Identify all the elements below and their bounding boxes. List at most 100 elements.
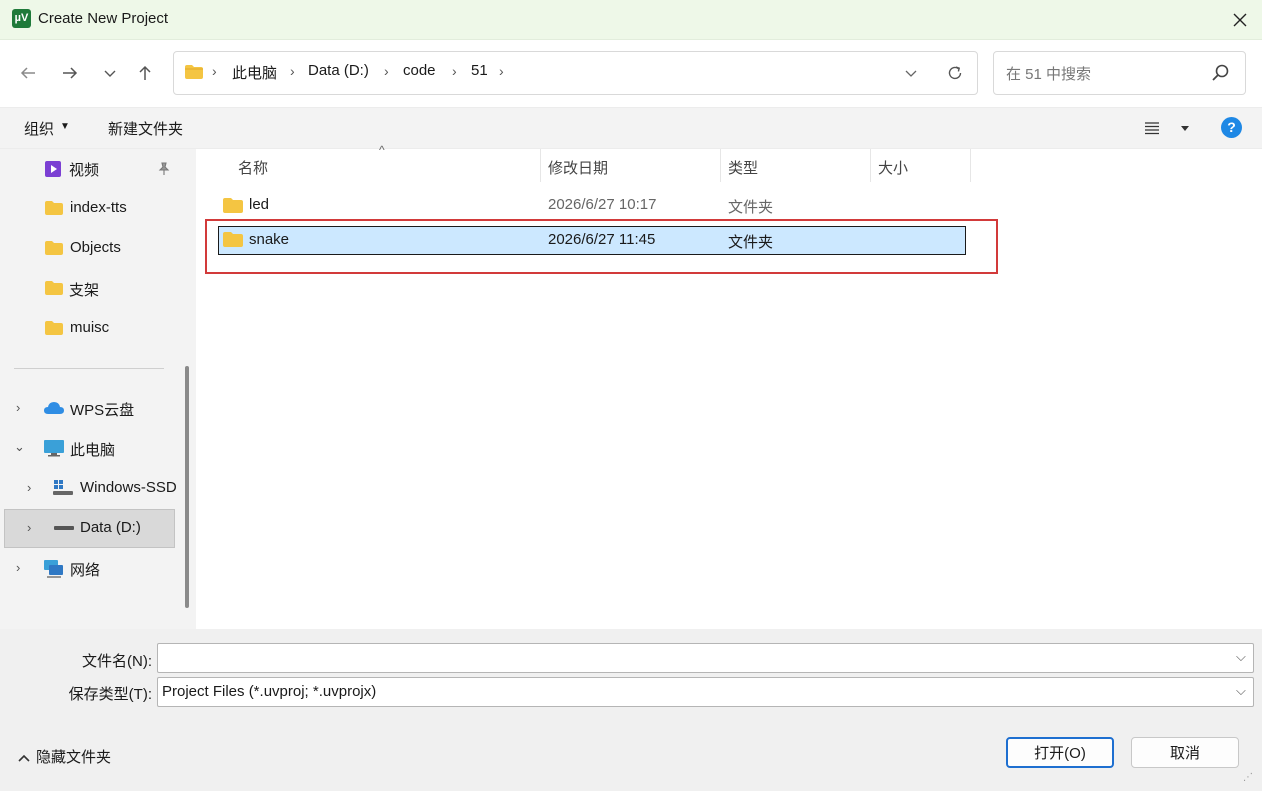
- sidebar-item-windows-ssd[interactable]: › Windows-SSD: [0, 469, 176, 507]
- computer-icon: [44, 440, 64, 457]
- folder-icon: [45, 241, 63, 255]
- file-type: 文件夹: [728, 199, 774, 216]
- search-placeholder: 在 51 中搜索: [1006, 66, 1092, 83]
- cancel-button[interactable]: 取消: [1131, 737, 1239, 768]
- search-icon[interactable]: [1210, 62, 1232, 84]
- chevron-up-icon: [18, 754, 30, 762]
- sidebar-item-wps-cloud[interactable]: › WPS云盘: [0, 389, 176, 427]
- recent-locations-button[interactable]: [95, 58, 125, 88]
- caret-down-icon: [1181, 126, 1189, 131]
- refresh-icon: [948, 66, 962, 80]
- hide-folders-toggle[interactable]: 隐藏文件夹: [18, 746, 111, 767]
- column-header-size[interactable]: 大小: [878, 157, 908, 178]
- chevron-down-icon: [104, 70, 116, 77]
- close-icon: [1233, 13, 1247, 27]
- column-header-modified[interactable]: 修改日期: [548, 157, 608, 178]
- chevron-right-icon[interactable]: ›: [16, 560, 20, 575]
- sidebar-item-label: 此电脑: [70, 442, 116, 459]
- folder-icon: [223, 198, 243, 213]
- sidebar-item-label: 网络: [70, 562, 101, 579]
- sidebar-scrollbar[interactable]: [185, 366, 189, 608]
- network-icon: [44, 560, 63, 578]
- refresh-button[interactable]: [942, 60, 968, 86]
- sidebar-item-label: Windows-SSD: [80, 479, 176, 496]
- open-button[interactable]: 打开(O): [1006, 737, 1114, 768]
- breadcrumb-separator: ›: [499, 63, 504, 79]
- video-folder-icon: [45, 161, 61, 177]
- view-options-button[interactable]: [1143, 116, 1191, 140]
- window-title: Create New Project: [38, 10, 169, 27]
- filename-field[interactable]: [157, 643, 1254, 673]
- sidebar-item-network[interactable]: › 网络: [0, 549, 176, 587]
- back-button[interactable]: [13, 58, 43, 88]
- chevron-down-icon: [905, 70, 917, 77]
- breadcrumb-separator: ›: [290, 63, 295, 79]
- cloud-icon: [44, 402, 64, 414]
- drive-icon: [54, 526, 74, 530]
- windows-drive-icon: [53, 480, 73, 495]
- sidebar-item-label: 视频: [69, 162, 100, 179]
- resize-grip-icon[interactable]: ⋰: [1243, 772, 1257, 786]
- command-bar: [0, 107, 1262, 149]
- file-modified: 2026/6/27 10:17: [548, 196, 657, 213]
- folder-icon: [45, 281, 63, 295]
- column-divider[interactable]: [870, 149, 871, 182]
- filename-label: 文件名(N):: [82, 653, 152, 670]
- sidebar-item-this-pc[interactable]: ⌄ 此电脑: [0, 429, 176, 467]
- column-divider[interactable]: [540, 149, 541, 182]
- list-view-icon: [1145, 122, 1159, 135]
- folder-icon: [45, 321, 63, 335]
- filetype-label: 保存类型(T):: [68, 686, 152, 703]
- app-icon: µV: [12, 9, 31, 28]
- pin-icon[interactable]: [157, 162, 171, 176]
- sidebar-item-label: WPS云盘: [70, 402, 135, 419]
- help-icon[interactable]: ?: [1221, 117, 1242, 138]
- sort-ascending-icon: ^: [379, 143, 385, 157]
- organize-menu[interactable]: 组织: [24, 118, 54, 139]
- chevron-right-icon[interactable]: ›: [27, 520, 31, 535]
- sidebar-item-label: muisc: [70, 319, 110, 336]
- folder-icon: [185, 65, 203, 79]
- arrow-right-icon: [63, 67, 78, 79]
- breadcrumb-separator: ›: [212, 63, 217, 79]
- up-button[interactable]: [130, 58, 160, 88]
- breadcrumb-data-drive[interactable]: Data (D:): [308, 62, 369, 79]
- title-bar: [0, 0, 1262, 40]
- sidebar-item-label: Data (D:): [80, 519, 141, 536]
- sidebar-item-muisc[interactable]: muisc: [0, 309, 176, 347]
- breadcrumb-code[interactable]: code: [403, 62, 436, 79]
- chevron-down-icon[interactable]: ⌵: [1236, 683, 1246, 699]
- column-header-type[interactable]: 类型: [728, 157, 758, 178]
- sidebar-divider: [14, 368, 164, 369]
- sidebar-item-index-tts[interactable]: index-tts: [0, 189, 176, 227]
- sidebar-item-bracket[interactable]: 支架: [0, 269, 176, 307]
- breadcrumb-separator: ›: [452, 63, 457, 79]
- chevron-down-icon[interactable]: ⌄: [14, 439, 25, 455]
- caret-down-icon[interactable]: ▼: [60, 121, 70, 132]
- folder-icon: [45, 201, 63, 215]
- sidebar-item-label: 支架: [69, 282, 100, 299]
- highlight-box: [205, 219, 998, 274]
- file-name: led: [249, 196, 270, 213]
- breadcrumb-51[interactable]: 51: [471, 62, 488, 79]
- chevron-right-icon[interactable]: ›: [16, 400, 20, 415]
- column-divider[interactable]: [720, 149, 721, 182]
- sidebar-item-objects[interactable]: Objects: [0, 229, 176, 267]
- breadcrumb-separator: ›: [384, 63, 389, 79]
- sidebar-item-data-drive[interactable]: › Data (D:): [0, 509, 176, 547]
- close-button[interactable]: [1222, 4, 1258, 36]
- filetype-value: Project Files (*.uvproj; *.uvprojx): [162, 683, 377, 700]
- sidebar-item-videos[interactable]: 视频: [0, 149, 176, 187]
- arrow-left-icon: [20, 67, 35, 79]
- address-history-button[interactable]: [900, 60, 922, 86]
- chevron-down-icon[interactable]: ⌵: [1236, 649, 1246, 665]
- column-divider[interactable]: [970, 149, 971, 182]
- column-header-name[interactable]: 名称: [238, 157, 268, 178]
- hide-folders-label: 隐藏文件夹: [36, 749, 112, 766]
- sidebar-item-label: Objects: [70, 239, 121, 256]
- breadcrumb-this-pc[interactable]: 此电脑: [232, 62, 277, 83]
- chevron-right-icon[interactable]: ›: [27, 480, 31, 495]
- forward-button[interactable]: [55, 58, 85, 88]
- new-folder-button[interactable]: 新建文件夹: [108, 118, 183, 139]
- arrow-up-icon: [139, 65, 151, 80]
